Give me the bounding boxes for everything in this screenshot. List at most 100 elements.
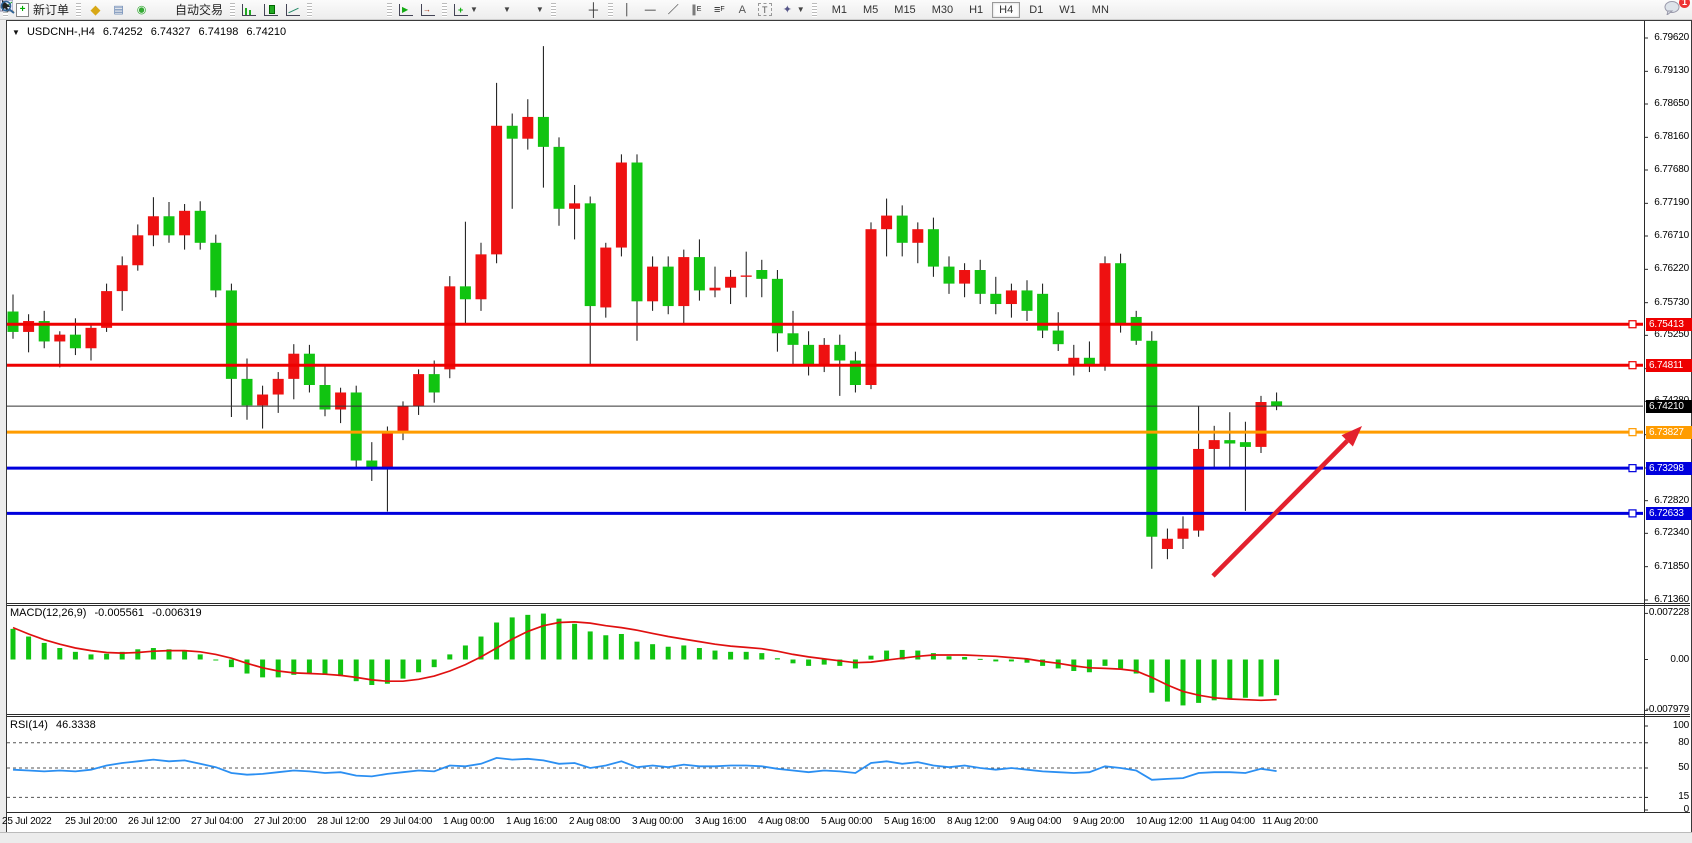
timeframe-H4[interactable]: H4	[992, 2, 1020, 18]
bar-chart-button[interactable]	[239, 1, 259, 18]
pane-separator-rsi[interactable]	[7, 714, 1690, 717]
line-chart-button[interactable]	[283, 1, 303, 18]
toolbar-grip[interactable]	[307, 3, 312, 17]
macd-label-row: MACD(12,26,9) -0.005561 -0.006319	[10, 607, 202, 619]
text-label-icon: T	[758, 3, 772, 16]
fibonacci-tool[interactable]: ≡F	[709, 1, 730, 18]
time-axis-label: 4 Aug 08:00	[758, 816, 809, 827]
time-axis-label: 10 Aug 12:00	[1136, 816, 1193, 827]
toolbar-grip[interactable]	[230, 3, 235, 17]
time-axis-label: 26 Jul 12:00	[128, 816, 180, 827]
channel-icon: ∥E	[689, 3, 704, 17]
axis-tick-label: -0.007979	[1646, 704, 1689, 715]
quote-open: 6.74252	[103, 26, 143, 38]
indicators-icon: +	[454, 4, 468, 16]
timeframe-MN[interactable]: MN	[1085, 2, 1116, 18]
time-axis-label: 3 Aug 16:00	[695, 816, 746, 827]
bar-chart-icon	[242, 4, 256, 16]
chart-shift-icon: →	[421, 4, 435, 16]
text-tool[interactable]: A	[732, 1, 753, 18]
macd-main-value: -0.005561	[94, 607, 144, 619]
axis-tick-label: 6.77190	[1654, 197, 1689, 208]
zoom-in-button[interactable]	[316, 1, 337, 18]
axis-tick-label: 6.72340	[1654, 527, 1689, 538]
toolbar-grip[interactable]	[608, 3, 613, 17]
candlestick-icon	[264, 4, 278, 16]
vertical-line-tool[interactable]: │	[617, 1, 638, 18]
autotrade-button[interactable]: 自动交易	[154, 1, 226, 18]
timeframe-W1[interactable]: W1	[1052, 2, 1083, 18]
timeframe-M30[interactable]: M30	[925, 2, 960, 18]
timeframe-D1[interactable]: D1	[1022, 2, 1050, 18]
templates-button[interactable]: ▼	[516, 1, 547, 18]
axis-tick-label: 80	[1678, 737, 1689, 748]
channel-tool[interactable]: ∥E	[686, 1, 707, 18]
collapse-triangle-icon[interactable]: ▼	[12, 28, 20, 37]
search-button[interactable]	[1634, 1, 1655, 18]
notification-badge: 1	[1679, 0, 1690, 8]
axis-tick-label: 0.00	[1670, 654, 1689, 665]
axis-tick-label: 50	[1678, 762, 1689, 773]
crosshair-icon: ┼	[586, 3, 601, 17]
metaeditor-button[interactable]: ◆	[85, 1, 106, 18]
macd-signal-value: -0.006319	[152, 607, 202, 619]
quote-high: 6.74327	[151, 26, 191, 38]
timeframe-M5[interactable]: M5	[856, 2, 885, 18]
chevron-down-icon: ▼	[536, 5, 544, 14]
zoom-out-icon	[342, 3, 357, 17]
chart-window[interactable]	[6, 20, 1692, 833]
symbol-period: USDCNH-,H4	[27, 26, 95, 38]
time-axis-label: 5 Aug 16:00	[884, 816, 935, 827]
chart-shift-button[interactable]: →	[418, 1, 438, 18]
axis-tick-label: 6.79130	[1654, 65, 1689, 76]
arrows-tool[interactable]: ✦ ▼	[777, 1, 808, 18]
toolbar-grip[interactable]	[551, 3, 556, 17]
toolbar-grip[interactable]	[442, 3, 447, 17]
cursor-button[interactable]	[560, 1, 581, 18]
time-axis-label: 11 Aug 20:00	[1262, 816, 1318, 827]
autotrade-label: 自动交易	[175, 1, 223, 18]
axis-tick-label: 6.75250	[1654, 329, 1689, 340]
trendline-tool[interactable]: ／	[663, 1, 684, 18]
time-axis-label: 1 Aug 00:00	[443, 816, 494, 827]
template-icon	[519, 3, 534, 17]
indicators-button[interactable]: + ▼	[451, 1, 481, 18]
toolbar-grip[interactable]	[812, 3, 817, 17]
pane-separator-macd[interactable]	[7, 603, 1690, 606]
new-order-button[interactable]: + 新订单	[12, 1, 72, 18]
notifications-button[interactable]: 1	[1664, 1, 1685, 18]
crosshair-button[interactable]: ┼	[583, 1, 604, 18]
chart-title: ▼ USDCNH-,H4 6.74252 6.74327 6.74198 6.7…	[12, 26, 291, 38]
horizontal-line-tool[interactable]: —	[640, 1, 661, 18]
time-axis-label: 5 Aug 00:00	[821, 816, 872, 827]
timeframe-M15[interactable]: M15	[887, 2, 922, 18]
print-button[interactable]: ▤	[108, 1, 129, 18]
candlestick-chart-button[interactable]	[261, 1, 281, 18]
toolbar-grip[interactable]	[76, 3, 81, 17]
toolbar-grip[interactable]	[3, 3, 8, 17]
time-axis-label: 2 Aug 08:00	[569, 816, 620, 827]
tile-windows-button[interactable]	[362, 1, 383, 18]
cube-icon: ◆	[88, 3, 103, 17]
quote-close: 6.74210	[246, 26, 286, 38]
periods-button[interactable]: ▼	[483, 1, 514, 18]
zoom-out-button[interactable]	[339, 1, 360, 18]
axis-tick-label: 6.71360	[1654, 594, 1689, 605]
search-icon	[1637, 3, 1652, 17]
vertical-line-icon: │	[620, 3, 635, 17]
text-label-tool[interactable]: T	[755, 1, 775, 18]
axis-tick-label: 6.78160	[1654, 131, 1689, 142]
chevron-down-icon: ▼	[797, 5, 805, 14]
price-axis-line	[1644, 21, 1645, 812]
autotrade-icon	[157, 3, 172, 17]
timeframe-M1[interactable]: M1	[825, 2, 854, 18]
navigator-button[interactable]: ◉	[131, 1, 152, 18]
toolbar-grip[interactable]	[387, 3, 392, 17]
trendline-icon: ／	[666, 3, 681, 17]
time-axis-separator	[7, 812, 1690, 813]
time-axis-label: 11 Aug 04:00	[1199, 816, 1255, 827]
timeframe-H1[interactable]: H1	[962, 2, 990, 18]
axis-price-box: 6.73827	[1646, 426, 1692, 439]
auto-scroll-button[interactable]: ▶	[396, 1, 416, 18]
axis-price-box: 6.74210	[1646, 400, 1692, 413]
